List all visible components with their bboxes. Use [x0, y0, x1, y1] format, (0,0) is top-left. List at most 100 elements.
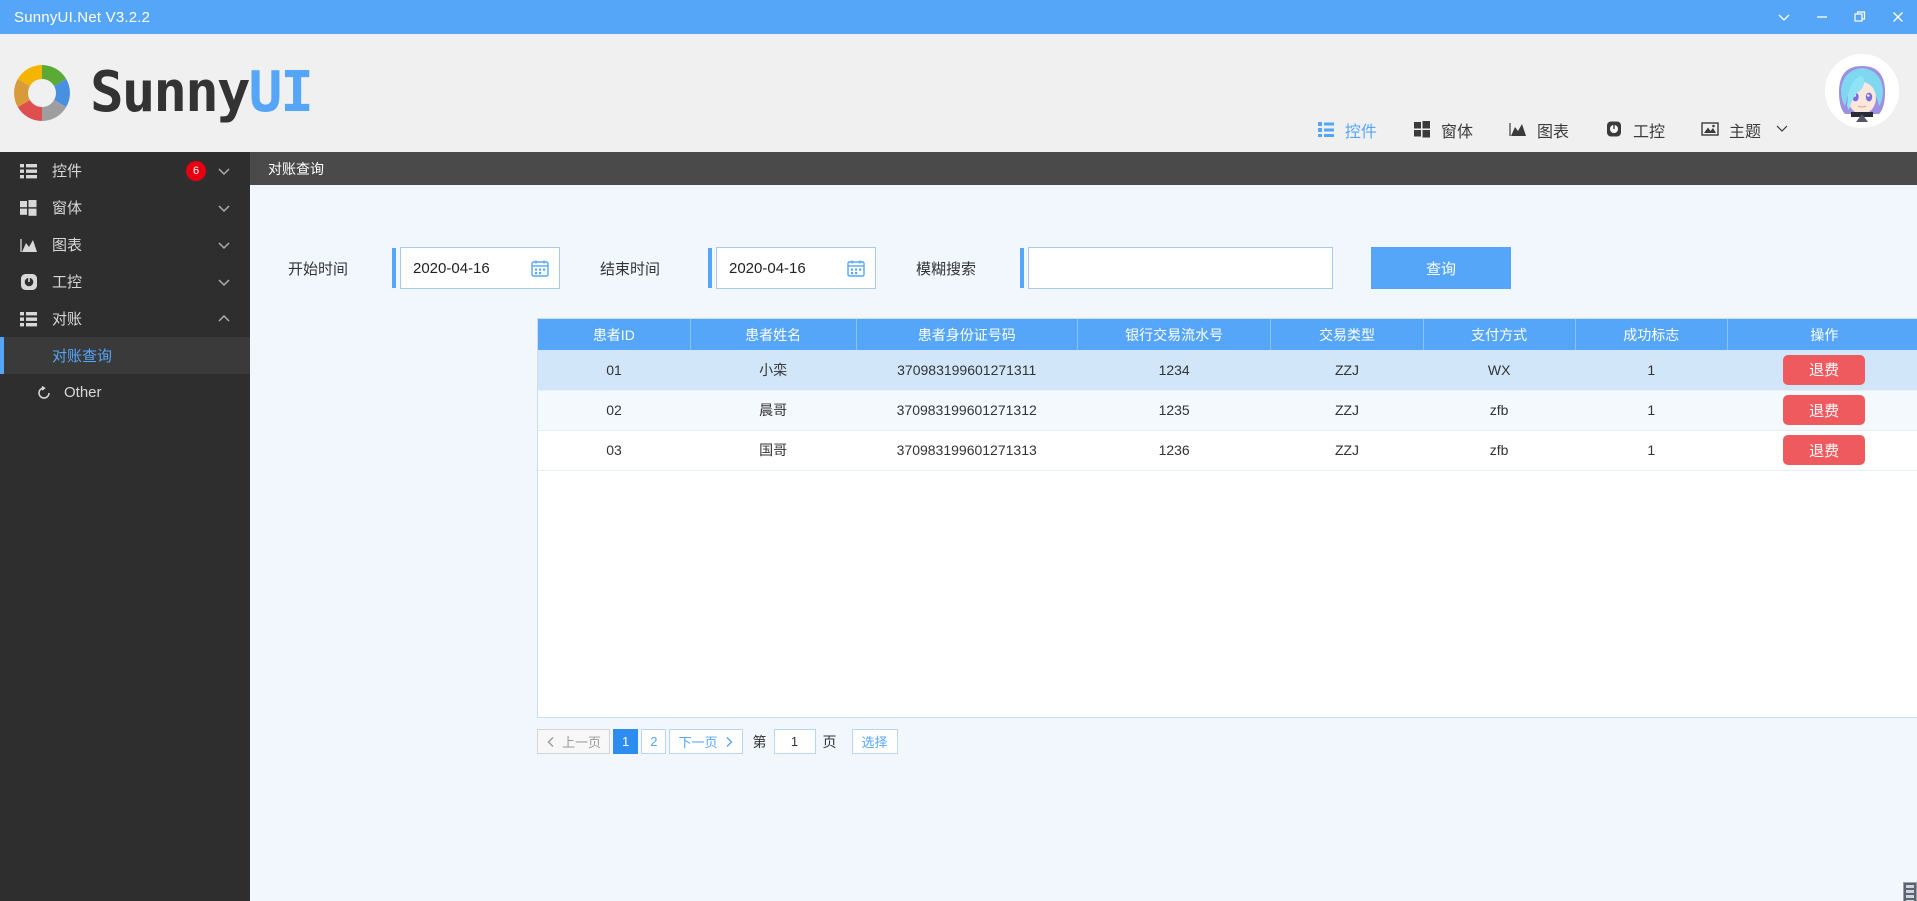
page-button-1[interactable]: 1 — [613, 729, 639, 754]
sidebar-item-charts[interactable]: 图表 — [0, 226, 250, 263]
image-icon — [1701, 120, 1721, 140]
sidebar-item-label: 控件 — [52, 163, 83, 180]
user-avatar[interactable] — [1825, 54, 1899, 128]
search-label: 模糊搜索 — [916, 260, 977, 278]
sidebar-item-label: 工控 — [52, 274, 83, 291]
sidebar-item-controls[interactable]: 控件 6 — [0, 152, 250, 189]
topnav-label: 窗体 — [1440, 124, 1473, 141]
table-header-row: 患者ID 患者姓名 患者身份证号码 银行交易流水号 交易类型 支付方式 成功标志… — [538, 319, 1917, 350]
next-page-label: 下一页 — [678, 735, 718, 750]
brand-name-accent: UI — [248, 60, 314, 125]
cell-bank-serial: 1236 — [1077, 430, 1271, 471]
tab-label: 对账查询 — [268, 160, 324, 177]
chevron-down-icon — [216, 200, 232, 216]
column-header-patient-id[interactable]: 患者ID — [538, 319, 691, 350]
start-date-input[interactable]: 2020-04-16 — [392, 247, 560, 289]
cell-patient-id: 03 — [538, 430, 691, 471]
chevron-down-icon — [216, 237, 232, 253]
refund-button[interactable]: 退费 — [1783, 395, 1866, 425]
query-button[interactable]: 查询 — [1371, 247, 1511, 289]
topnav-label: 图表 — [1536, 124, 1569, 141]
cell-trade-type: ZZJ — [1270, 390, 1424, 431]
sidebar: 控件 6 窗体 图表 工控 对账 对账查询 Other — [0, 152, 250, 901]
topnav-item-controls[interactable]: 控件 — [1299, 108, 1395, 156]
app-header: SunnyUI 控件 窗体 图表 工控 主题 — [0, 34, 1917, 156]
topnav-item-theme[interactable]: 主题 — [1683, 108, 1807, 152]
table-row[interactable]: 01 小栾 370983199601271311 1234 ZZJ WX 1 退… — [538, 350, 1917, 391]
sidebar-item-forms[interactable]: 窗体 — [0, 189, 250, 226]
list-icon — [1317, 120, 1337, 140]
topnav-item-industrial[interactable]: 工控 — [1587, 108, 1683, 152]
cell-pay-method: zfb — [1423, 430, 1576, 471]
tab-reconciliation-query[interactable]: 对账查询 — [250, 152, 342, 185]
table-row[interactable]: 03 国哥 370983199601271313 1236 ZZJ zfb 1 … — [538, 430, 1917, 471]
topnav-label: 主题 — [1728, 124, 1761, 141]
cell-patient-name: 国哥 — [690, 430, 857, 471]
chevron-down-icon — [216, 274, 232, 290]
title-bar: SunnyUI.Net V3.2.2 — [0, 0, 1917, 34]
topnav-label: 控件 — [1344, 124, 1377, 141]
column-header-success-flag[interactable]: 成功标志 — [1575, 319, 1728, 350]
cell-bank-serial: 1235 — [1077, 390, 1271, 431]
chevron-right-icon — [726, 736, 732, 747]
page-prefix-label: 第 — [752, 733, 767, 750]
sidebar-item-label: 窗体 — [52, 200, 83, 217]
chart-icon — [1509, 120, 1529, 140]
restore-icon[interactable] — [1841, 0, 1879, 34]
refund-button[interactable]: 退费 — [1783, 435, 1866, 465]
cell-patient-name: 晨哥 — [690, 390, 857, 431]
previous-page-label: 上一页 — [562, 735, 602, 750]
calendar-icon[interactable] — [847, 259, 865, 277]
reconciliation-table: 患者ID 患者姓名 患者身份证号码 银行交易流水号 交易类型 支付方式 成功标志… — [538, 319, 1917, 471]
content-area: 开始时间 2020-04-16 结束时间 2020-04-16 模糊搜索 查询 … — [250, 185, 1917, 901]
topnav-label: 工控 — [1632, 124, 1665, 141]
table-row[interactable]: 02 晨哥 370983199601271312 1235 ZZJ zfb 1 … — [538, 390, 1917, 431]
previous-page-button[interactable]: 上一页 — [537, 729, 611, 754]
cell-id-card: 370983199601271311 — [856, 350, 1078, 391]
start-date-value: 2020-04-16 — [413, 259, 490, 277]
vertical-scrollbar-thumb[interactable] — [1903, 882, 1917, 901]
page-suffix-label: 页 — [822, 733, 837, 750]
column-header-bank-serial[interactable]: 银行交易流水号 — [1077, 319, 1272, 350]
top-navigation: 控件 窗体 图表 工控 主题 — [1299, 96, 1807, 156]
sidebar-item-other[interactable]: Other — [0, 374, 250, 411]
close-icon[interactable] — [1879, 0, 1917, 34]
column-header-id-card[interactable]: 患者身份证号码 — [856, 319, 1078, 350]
cell-trade-type: ZZJ — [1270, 430, 1424, 471]
topnav-item-forms[interactable]: 窗体 — [1395, 108, 1491, 152]
end-date-input[interactable]: 2020-04-16 — [708, 247, 876, 289]
cell-patient-id: 01 — [538, 350, 691, 391]
window-title: SunnyUI.Net V3.2.2 — [14, 8, 151, 26]
cell-action: 退费 — [1727, 350, 1917, 391]
page-button-2[interactable]: 2 — [641, 729, 667, 754]
window-controls — [1765, 0, 1917, 34]
refund-button[interactable]: 退费 — [1783, 354, 1866, 385]
cell-id-card: 370983199601271312 — [856, 390, 1078, 431]
sidebar-item-label: 图表 — [52, 237, 83, 254]
select-page-button[interactable]: 选择 — [851, 729, 898, 754]
windows-icon — [20, 199, 38, 217]
cell-pay-method: zfb — [1423, 390, 1576, 431]
next-page-button[interactable]: 下一页 — [669, 729, 743, 754]
column-header-trade-type[interactable]: 交易类型 — [1270, 319, 1424, 350]
cell-pay-method: WX — [1423, 350, 1576, 391]
search-input[interactable] — [1020, 247, 1333, 289]
page-number-input[interactable]: 1 — [773, 729, 816, 754]
sidebar-item-industrial[interactable]: 工控 — [0, 263, 250, 300]
cell-patient-id: 02 — [538, 390, 691, 431]
cell-success-flag: 1 — [1575, 350, 1728, 391]
topnav-item-charts[interactable]: 图表 — [1491, 108, 1587, 152]
chevron-down-icon — [216, 163, 232, 179]
minimize-icon[interactable] — [1803, 0, 1841, 34]
chevron-down-icon[interactable] — [1765, 0, 1803, 34]
query-button-label: 查询 — [1425, 260, 1456, 278]
column-header-patient-name[interactable]: 患者姓名 — [690, 319, 857, 350]
list-icon — [20, 310, 38, 328]
column-header-pay-method[interactable]: 支付方式 — [1423, 319, 1576, 350]
sidebar-subitem-label: 对账查询 — [52, 348, 113, 365]
column-header-action[interactable]: 操作 — [1727, 319, 1917, 350]
sidebar-item-reconciliation-query[interactable]: 对账查询 — [0, 337, 250, 374]
cell-success-flag: 1 — [1575, 390, 1728, 431]
calendar-icon[interactable] — [531, 259, 549, 277]
sidebar-item-reconciliation[interactable]: 对账 — [0, 300, 250, 337]
